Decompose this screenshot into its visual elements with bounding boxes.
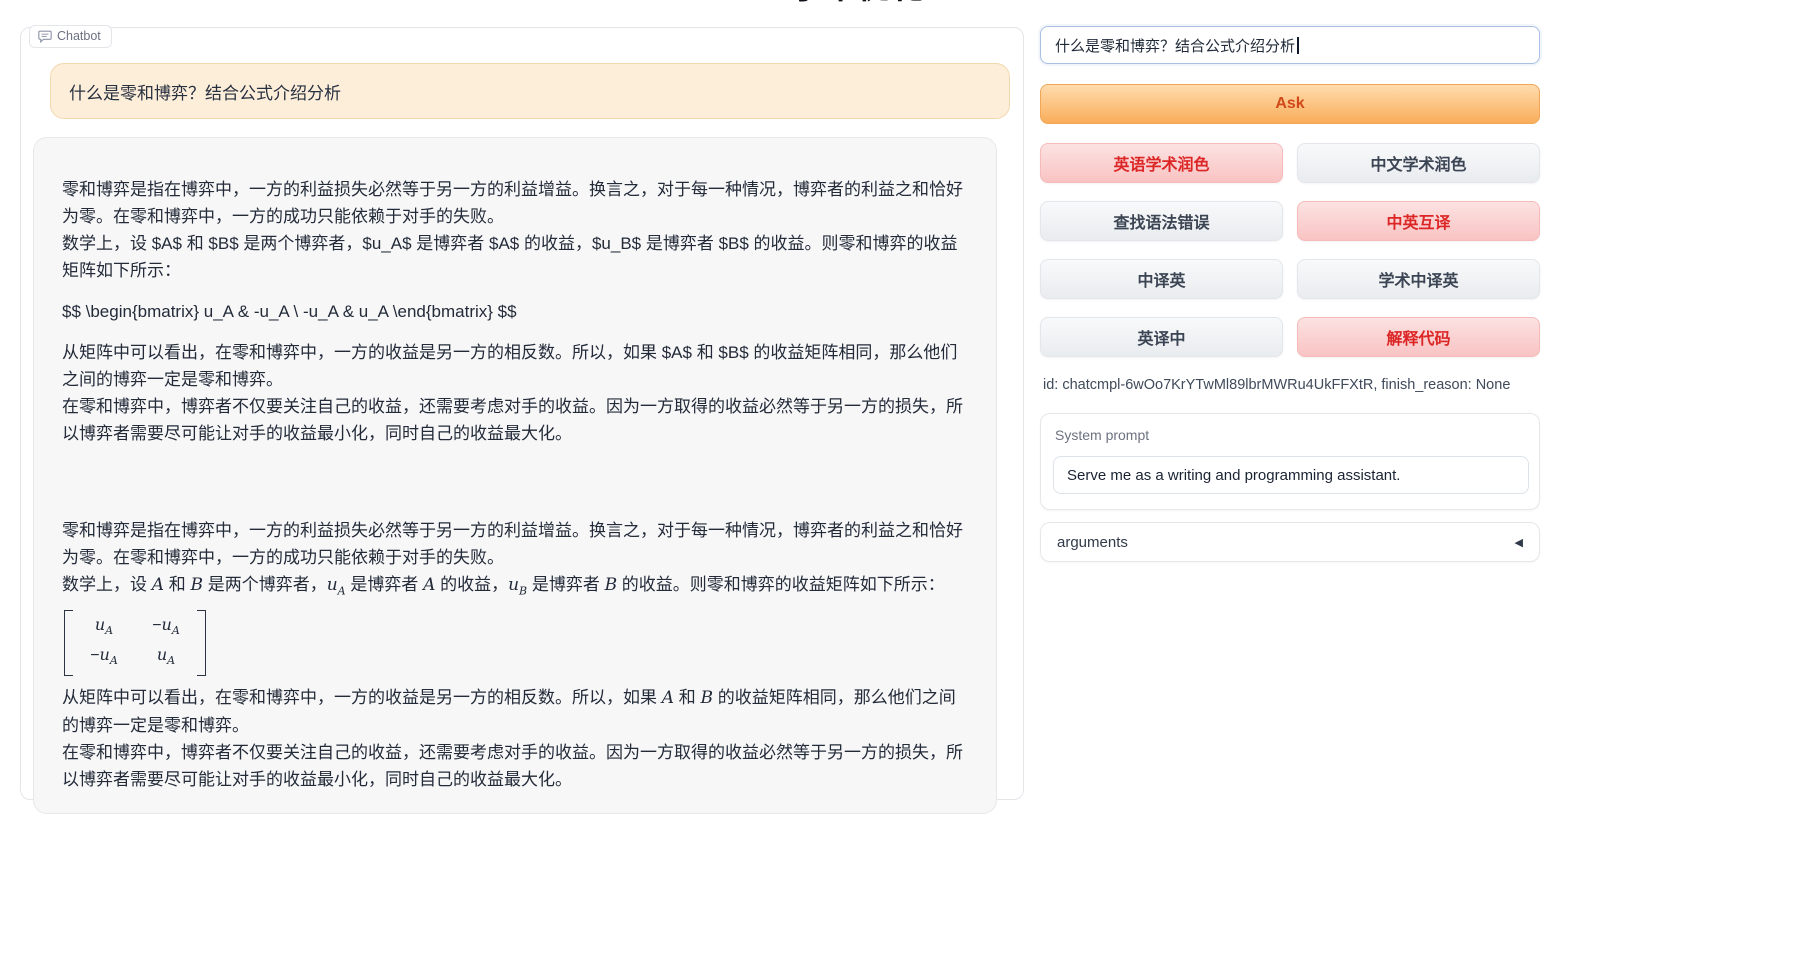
system-prompt-value: Serve me as a writing and programming as… <box>1067 467 1400 484</box>
system-prompt-label: System prompt <box>1055 427 1149 443</box>
bot-raw-paragraph: 从矩阵中可以看出，在零和博弈中，一方的收益是另一方的相反数。所以，如果 $A$ … <box>62 339 968 393</box>
quick-actions-grid: 英语学术润色 中文学术润色 查找语法错误 中英互译 中译英 学术中译英 英译中 … <box>1040 143 1540 357</box>
chatbot-panel: Chatbot 什么是零和博弈？结合公式介绍分析 零和博弈是指在博弈中，一方的利… <box>20 27 1024 800</box>
bot-rendered-math-intro: 数学上，设 A 和 B 是两个博弈者，uA 是博弈者 A 的收益，uB 是博弈者… <box>62 571 968 604</box>
chatbot-label-text: Chatbot <box>57 29 101 43</box>
question-input-value: 什么是零和博弈？结合公式介绍分析 <box>1055 35 1295 56</box>
matrix-left-bracket <box>64 610 73 675</box>
text-caret <box>1297 37 1299 54</box>
quick-button-academic-zh-to-en[interactable]: 学术中译英 <box>1297 259 1540 299</box>
system-prompt-input[interactable]: Serve me as a writing and programming as… <box>1053 456 1529 494</box>
matrix-right-bracket <box>197 610 206 675</box>
arguments-accordion-label: arguments <box>1057 534 1128 551</box>
matrix-cell: uA <box>145 644 187 672</box>
chatbot-label: Chatbot <box>29 25 112 48</box>
matrix-cell: −uA <box>145 614 187 642</box>
user-message: 什么是零和博弈？结合公式介绍分析 <box>50 63 1010 119</box>
bot-raw-paragraph: 零和博弈是指在博弈中，一方的利益损失必然等于另一方的利益增益。换言之，对于每一种… <box>62 176 968 230</box>
bot-rendered-paragraph: 零和博弈是指在博弈中，一方的利益损失必然等于另一方的利益增益。换言之，对于每一种… <box>62 517 968 571</box>
status-line: id: chatcmpl-6wOo7KrYTwMl89lbrMWRu4UkFFX… <box>1043 377 1543 393</box>
quick-button-chinese-academic-polish[interactable]: 中文学术润色 <box>1297 143 1540 183</box>
matrix-cell: −uA <box>83 644 125 672</box>
payoff-matrix: uA −uA −uA uA <box>64 610 206 675</box>
bot-rendered-answer: 零和博弈是指在博弈中，一方的利益损失必然等于另一方的利益增益。换言之，对于每一种… <box>62 517 968 793</box>
arguments-accordion[interactable]: arguments ◀ <box>1040 522 1540 562</box>
bot-rendered-paragraph: 从矩阵中可以看出，在零和博弈中，一方的收益是另一方的相反数。所以，如果 A 和 … <box>62 684 968 739</box>
page-title: ChatGPT 学术优化 <box>0 0 1560 7</box>
chat-bubble-icon <box>38 30 52 43</box>
bot-raw-paragraph: 在零和博弈中，博弈者不仅要关注自己的收益，还需要考虑对手的收益。因为一方取得的收… <box>62 393 968 447</box>
bot-raw-paragraph: 数学上，设 $A$ 和 $B$ 是两个博弈者，$u_A$ 是博弈者 $A$ 的收… <box>62 230 968 284</box>
bot-message: 零和博弈是指在博弈中，一方的利益损失必然等于另一方的利益增益。换言之，对于每一种… <box>33 137 997 814</box>
quick-button-english-academic-polish[interactable]: 英语学术润色 <box>1040 143 1283 183</box>
question-input[interactable]: 什么是零和博弈？结合公式介绍分析 <box>1040 26 1540 64</box>
bot-rendered-paragraph: 在零和博弈中，博弈者不仅要关注自己的收益，还需要考虑对手的收益。因为一方取得的收… <box>62 739 968 793</box>
matrix-cell: uA <box>83 614 125 642</box>
collapse-arrow-icon: ◀ <box>1515 536 1523 549</box>
quick-button-zh-to-en[interactable]: 中译英 <box>1040 259 1283 299</box>
quick-button-zh-en-mutual-translation[interactable]: 中英互译 <box>1297 201 1540 241</box>
quick-button-explain-code[interactable]: 解释代码 <box>1297 317 1540 357</box>
bot-raw-latex-formula: $$ \begin{bmatrix} u_A & -u_A \ -u_A & u… <box>62 298 968 325</box>
user-message-text: 什么是零和博弈？结合公式介绍分析 <box>69 79 341 104</box>
system-prompt-card: System prompt Serve me as a writing and … <box>1040 413 1540 510</box>
quick-button-en-to-zh[interactable]: 英译中 <box>1040 317 1283 357</box>
quick-button-find-grammar-errors[interactable]: 查找语法错误 <box>1040 201 1283 241</box>
ask-button[interactable]: Ask <box>1040 84 1540 124</box>
